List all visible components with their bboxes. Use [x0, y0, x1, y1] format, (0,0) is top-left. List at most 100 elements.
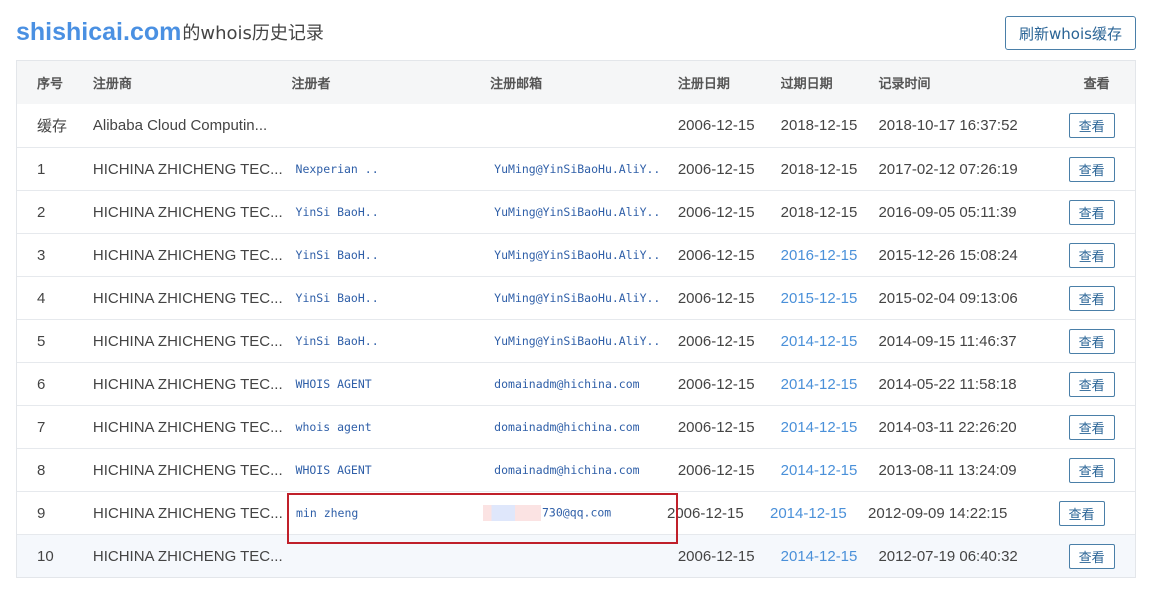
row-index: 6 [37, 375, 46, 393]
row-reg-date: 2006-12-15 [667, 504, 744, 522]
row-reg-date: 2006-12-15 [677, 375, 755, 393]
row-registrar: HICHINA ZHICHENG TEC... [92, 461, 283, 479]
row-record-time: 2015-02-04 09:13:06 [878, 289, 1018, 307]
row-registrar: HICHINA ZHICHENG TEC... [92, 375, 283, 393]
row-view-cell: 查看 [1048, 199, 1135, 225]
row-index: 7 [37, 418, 46, 436]
row-registrar: Alibaba Cloud Computin... [92, 117, 268, 134]
view-record-button[interactable]: 查看 [1068, 285, 1115, 311]
redacted-email-block [483, 505, 541, 521]
row-email: YuMing@YinSiBaoHu.AliY.. [494, 248, 661, 262]
row-view-cell: 查看 [1048, 113, 1135, 138]
view-record-button[interactable]: 查看 [1068, 371, 1115, 397]
row-record-time: 2012-07-19 06:40:32 [878, 547, 1018, 565]
row-view-cell: 查看 [1048, 371, 1135, 397]
row-index: 8 [37, 461, 46, 479]
row-email: YuMing@YinSiBaoHu.AliY.. [494, 205, 661, 219]
view-record-button[interactable]: 查看 [1068, 328, 1115, 354]
row-registrant: YinSi BaoH.. [295, 205, 379, 219]
row-email: YuMing@YinSiBaoHu.AliY.. [494, 291, 661, 305]
row-exp-date: 2018-12-15 [780, 203, 858, 221]
row-view-cell: 查看 [1048, 285, 1135, 311]
row-exp-date: 2014-12-15 [780, 418, 858, 436]
page-title-suffix: 的whois历史记录 [182, 23, 324, 44]
row-index: 3 [37, 246, 46, 264]
column-header-view: 查看 [1083, 77, 1110, 92]
view-record-button[interactable]: 查看 [1068, 457, 1115, 483]
table-row: 2 HICHINA ZHICHENG TEC... YinSi BaoH.. YuMi… [17, 190, 1135, 233]
row-exp-date: 2014-12-15 [780, 461, 858, 479]
row-registrar: HICHINA ZHICHENG TEC... [92, 289, 283, 307]
table-body: 缓存 Alibaba Cloud Computin... 2006-12-15 201… [17, 104, 1135, 577]
row-record-time: 2014-05-22 11:58:18 [878, 375, 1017, 393]
refresh-whois-cache-button[interactable]: 刷新whois缓存 [1005, 16, 1136, 50]
row-view-cell: 查看 [1048, 156, 1135, 182]
view-record-button[interactable]: 查看 [1068, 414, 1115, 440]
row-reg-date: 2006-12-15 [677, 461, 755, 479]
row-exp-date: 2014-12-15 [780, 375, 858, 393]
email-visible-part: 730@qq.com [542, 505, 612, 520]
row-index: 2 [37, 203, 46, 221]
row-record-time: 2014-03-11 22:26:20 [878, 418, 1017, 436]
row-registrar: HICHINA ZHICHENG TEC... [92, 418, 283, 436]
column-header-registrant: 注册者 [291, 77, 331, 92]
row-registrant: whois agent [295, 420, 372, 434]
row-index: 4 [37, 289, 46, 307]
table-row: 1 HICHINA ZHICHENG TEC... Nexperian .. YuMi… [17, 147, 1135, 190]
row-email: YuMing@YinSiBaoHu.AliY.. [494, 162, 661, 176]
column-header-index: 序号 [37, 77, 64, 92]
row-reg-date: 2006-12-15 [677, 203, 755, 221]
table-row: 10 HICHINA ZHICHENG TEC... 2006-12-15 2014-… [17, 534, 1135, 577]
whois-history-table: 序号 注册商 注册者 注册邮箱 注册日期 过期日期 记录时间 查看 缓存 Alib… [16, 60, 1136, 578]
row-view-cell: 查看 [1048, 328, 1135, 354]
page-header: shishicai.com 的whois历史记录 [16, 14, 324, 50]
row-email: 730@qq.com [479, 505, 667, 521]
view-record-button[interactable]: 查看 [1068, 242, 1115, 268]
table-header-row: 序号 注册商 注册者 注册邮箱 注册日期 过期日期 记录时间 查看 [17, 61, 1135, 104]
row-exp-date: 2016-12-15 [780, 246, 858, 264]
row-registrant: WHOIS AGENT [295, 377, 372, 391]
row-record-time: 2012-09-09 14:22:15 [868, 504, 1008, 522]
column-header-reg-date: 注册日期 [677, 77, 730, 92]
row-record-time: 2017-02-12 07:26:19 [878, 160, 1018, 178]
table-row: 8 HICHINA ZHICHENG TEC... WHOIS AGENT domai… [17, 448, 1135, 491]
row-reg-date: 2006-12-15 [677, 289, 755, 307]
row-registrant: min zheng [296, 506, 359, 520]
row-record-time: 2014-09-15 11:46:37 [878, 332, 1017, 350]
row-index: 缓存 [37, 118, 68, 135]
row-registrar: HICHINA ZHICHENG TEC... [92, 332, 283, 350]
row-registrar: HICHINA ZHICHENG TEC... [92, 160, 283, 178]
row-registrant: Nexperian .. [295, 162, 379, 176]
row-exp-date: 2014-12-15 [770, 504, 847, 522]
column-header-registrar: 注册商 [92, 77, 132, 92]
row-exp-date: 2015-12-15 [780, 289, 858, 307]
row-reg-date: 2006-12-15 [677, 332, 755, 350]
row-record-time: 2013-08-11 13:24:09 [878, 461, 1017, 479]
row-email: YuMing@YinSiBaoHu.AliY.. [494, 334, 661, 348]
view-record-button[interactable]: 查看 [1058, 500, 1105, 526]
row-registrant: YinSi BaoH.. [295, 291, 379, 305]
row-registrar: HICHINA ZHICHENG TEC... [92, 246, 283, 264]
table-row: 9 HICHINA ZHICHENG TEC... min zheng 730@qq.… [17, 491, 1135, 534]
row-exp-date: 2014-12-15 [780, 332, 858, 350]
row-reg-date: 2006-12-15 [677, 418, 755, 436]
row-record-time: 2015-12-26 15:08:24 [878, 246, 1018, 264]
view-record-button[interactable]: 查看 [1068, 156, 1115, 182]
view-record-button[interactable]: 查看 [1068, 113, 1115, 138]
table-row: 6 HICHINA ZHICHENG TEC... WHOIS AGENT domai… [17, 362, 1135, 405]
row-reg-date: 2006-12-15 [677, 246, 755, 264]
table-row: 5 HICHINA ZHICHENG TEC... YinSi BaoH.. YuMi… [17, 319, 1135, 362]
row-registrant: YinSi BaoH.. [295, 248, 379, 262]
domain-title[interactable]: shishicai.com [16, 18, 181, 47]
row-view-cell: 查看 [1048, 457, 1135, 483]
row-exp-date: 2014-12-15 [780, 547, 858, 565]
row-registrar: HICHINA ZHICHENG TEC... [92, 547, 283, 565]
row-view-cell: 查看 [1038, 500, 1125, 526]
table-row: 7 HICHINA ZHICHENG TEC... whois agent domai… [17, 405, 1135, 448]
view-record-button[interactable]: 查看 [1068, 543, 1115, 569]
table-row: 3 HICHINA ZHICHENG TEC... YinSi BaoH.. YuMi… [17, 233, 1135, 276]
row-index: 5 [37, 332, 46, 350]
view-record-button[interactable]: 查看 [1068, 199, 1115, 225]
table-row: 缓存 Alibaba Cloud Computin... 2006-12-15 201… [17, 104, 1135, 147]
row-email: domainadm@hichina.com [494, 420, 640, 434]
